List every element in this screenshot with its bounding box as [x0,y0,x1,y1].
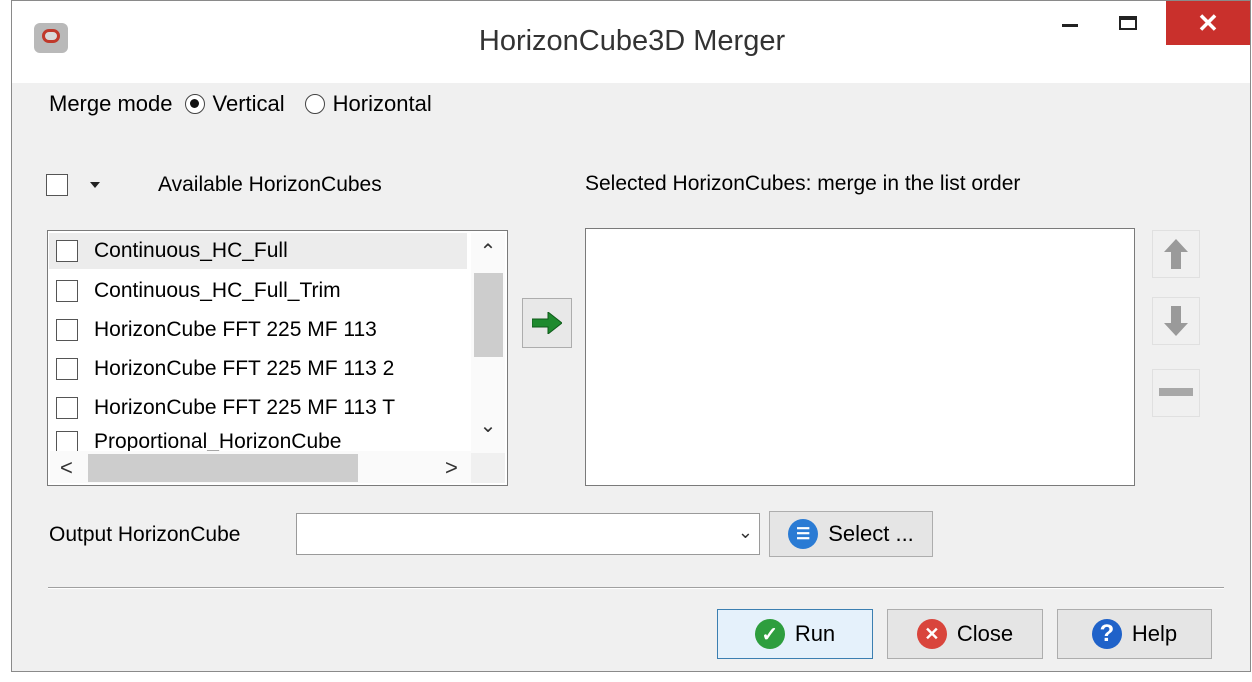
selected-list[interactable] [585,228,1135,486]
list-item-label: HorizonCube FFT 225 MF 113 [94,318,377,341]
arrow-right-icon [532,312,562,334]
scroll-up-icon[interactable]: ⌃ [471,239,505,264]
radio-vertical-label[interactable]: Vertical [213,91,285,117]
run-button[interactable]: ✓ Run [717,609,873,659]
list-item[interactable]: HorizonCube FFT 225 MF 113 [56,313,377,347]
list-item-checkbox[interactable] [56,319,78,341]
maximize-icon [1119,16,1137,30]
output-label: Output HorizonCube [49,523,241,546]
window-close-button[interactable]: ✕ [1166,1,1250,45]
horizontal-scroll-thumb[interactable] [88,454,358,482]
output-row: Output HorizonCube [49,511,240,559]
list-item-label: HorizonCube FFT 225 MF 113 2 [94,357,395,380]
close-icon: ✕ [1197,7,1219,38]
separator [48,587,1224,589]
add-to-selected-button[interactable] [522,298,572,348]
list-item-label: HorizonCube FFT 225 MF 113 T [94,396,396,419]
select-output-button[interactable]: ☰ Select ... [769,511,933,557]
radio-vertical[interactable] [184,94,205,114]
run-button-label: Run [794,621,836,646]
title-bar: HorizonCube3D Merger ✕ [12,1,1250,83]
remove-button[interactable] [1152,369,1200,417]
help-button[interactable]: ? Help [1057,609,1212,659]
list-icon: ☰ [788,519,819,549]
list-item[interactable]: Continuous_HC_Full [56,234,288,268]
list-item-checkbox[interactable] [56,431,78,453]
radio-horizontal[interactable] [304,94,325,114]
list-item[interactable]: Continuous_HC_Full_Trim [56,274,341,308]
maximize-button[interactable] [1100,1,1156,45]
close-circle-icon: ✕ [916,619,947,649]
scroll-corner [471,453,505,483]
scroll-right-icon[interactable]: > [445,455,458,481]
available-list[interactable]: Continuous_HC_Full Continuous_HC_Full_Tr… [47,230,508,486]
horizontal-scrollbar[interactable]: < > [50,451,471,483]
select-output-label: Select ... [828,521,914,546]
output-combobox[interactable]: ⌄ [296,513,760,555]
run-icon: ✓ [754,619,785,649]
scroll-left-icon[interactable]: < [60,455,73,481]
move-up-button[interactable] [1152,230,1200,278]
merger-dialog: HorizonCube3D Merger ✕ Merge mode Vertic… [11,0,1251,672]
arrow-up-icon [1164,239,1188,269]
radio-horizontal-label[interactable]: Horizontal [333,91,432,117]
move-down-button[interactable] [1152,297,1200,345]
merge-mode-label: Merge mode [49,91,173,116]
list-item-checkbox[interactable] [56,397,78,419]
scroll-down-icon[interactable]: ⌄ [471,413,505,438]
available-label: Available HorizonCubes [158,173,382,196]
minimize-icon [1062,23,1078,27]
minimize-button[interactable] [1042,1,1098,45]
help-icon: ? [1091,619,1122,649]
close-button[interactable]: ✕ Close [887,609,1043,659]
list-item-label: Continuous_HC_Full [94,239,288,262]
list-item-checkbox[interactable] [56,280,78,302]
minus-icon [1159,388,1193,396]
list-item-checkbox[interactable] [56,358,78,380]
list-item-checkbox[interactable] [56,240,78,262]
chevron-down-icon[interactable]: ⌄ [738,522,753,543]
arrow-down-icon [1164,306,1188,336]
select-all-checkbox[interactable] [46,174,68,196]
merge-mode-row: Merge mode Vertical Horizontal [49,89,432,119]
list-item[interactable]: HorizonCube FFT 225 MF 113 2 [56,352,394,386]
available-header: Available HorizonCubes [46,168,382,202]
selection-menu-chevron-down-icon[interactable] [90,182,100,188]
vertical-scrollbar[interactable]: ⌃ ⌄ [471,233,505,453]
list-item-label: Continuous_HC_Full_Trim [94,279,341,302]
selected-label: Selected HorizonCubes: merge in the list… [585,172,1021,195]
help-button-label: Help [1131,621,1178,646]
list-item[interactable]: HorizonCube FFT 225 MF 113 T [56,391,395,425]
vertical-scroll-thumb[interactable] [474,273,503,357]
close-button-label: Close [956,621,1014,646]
